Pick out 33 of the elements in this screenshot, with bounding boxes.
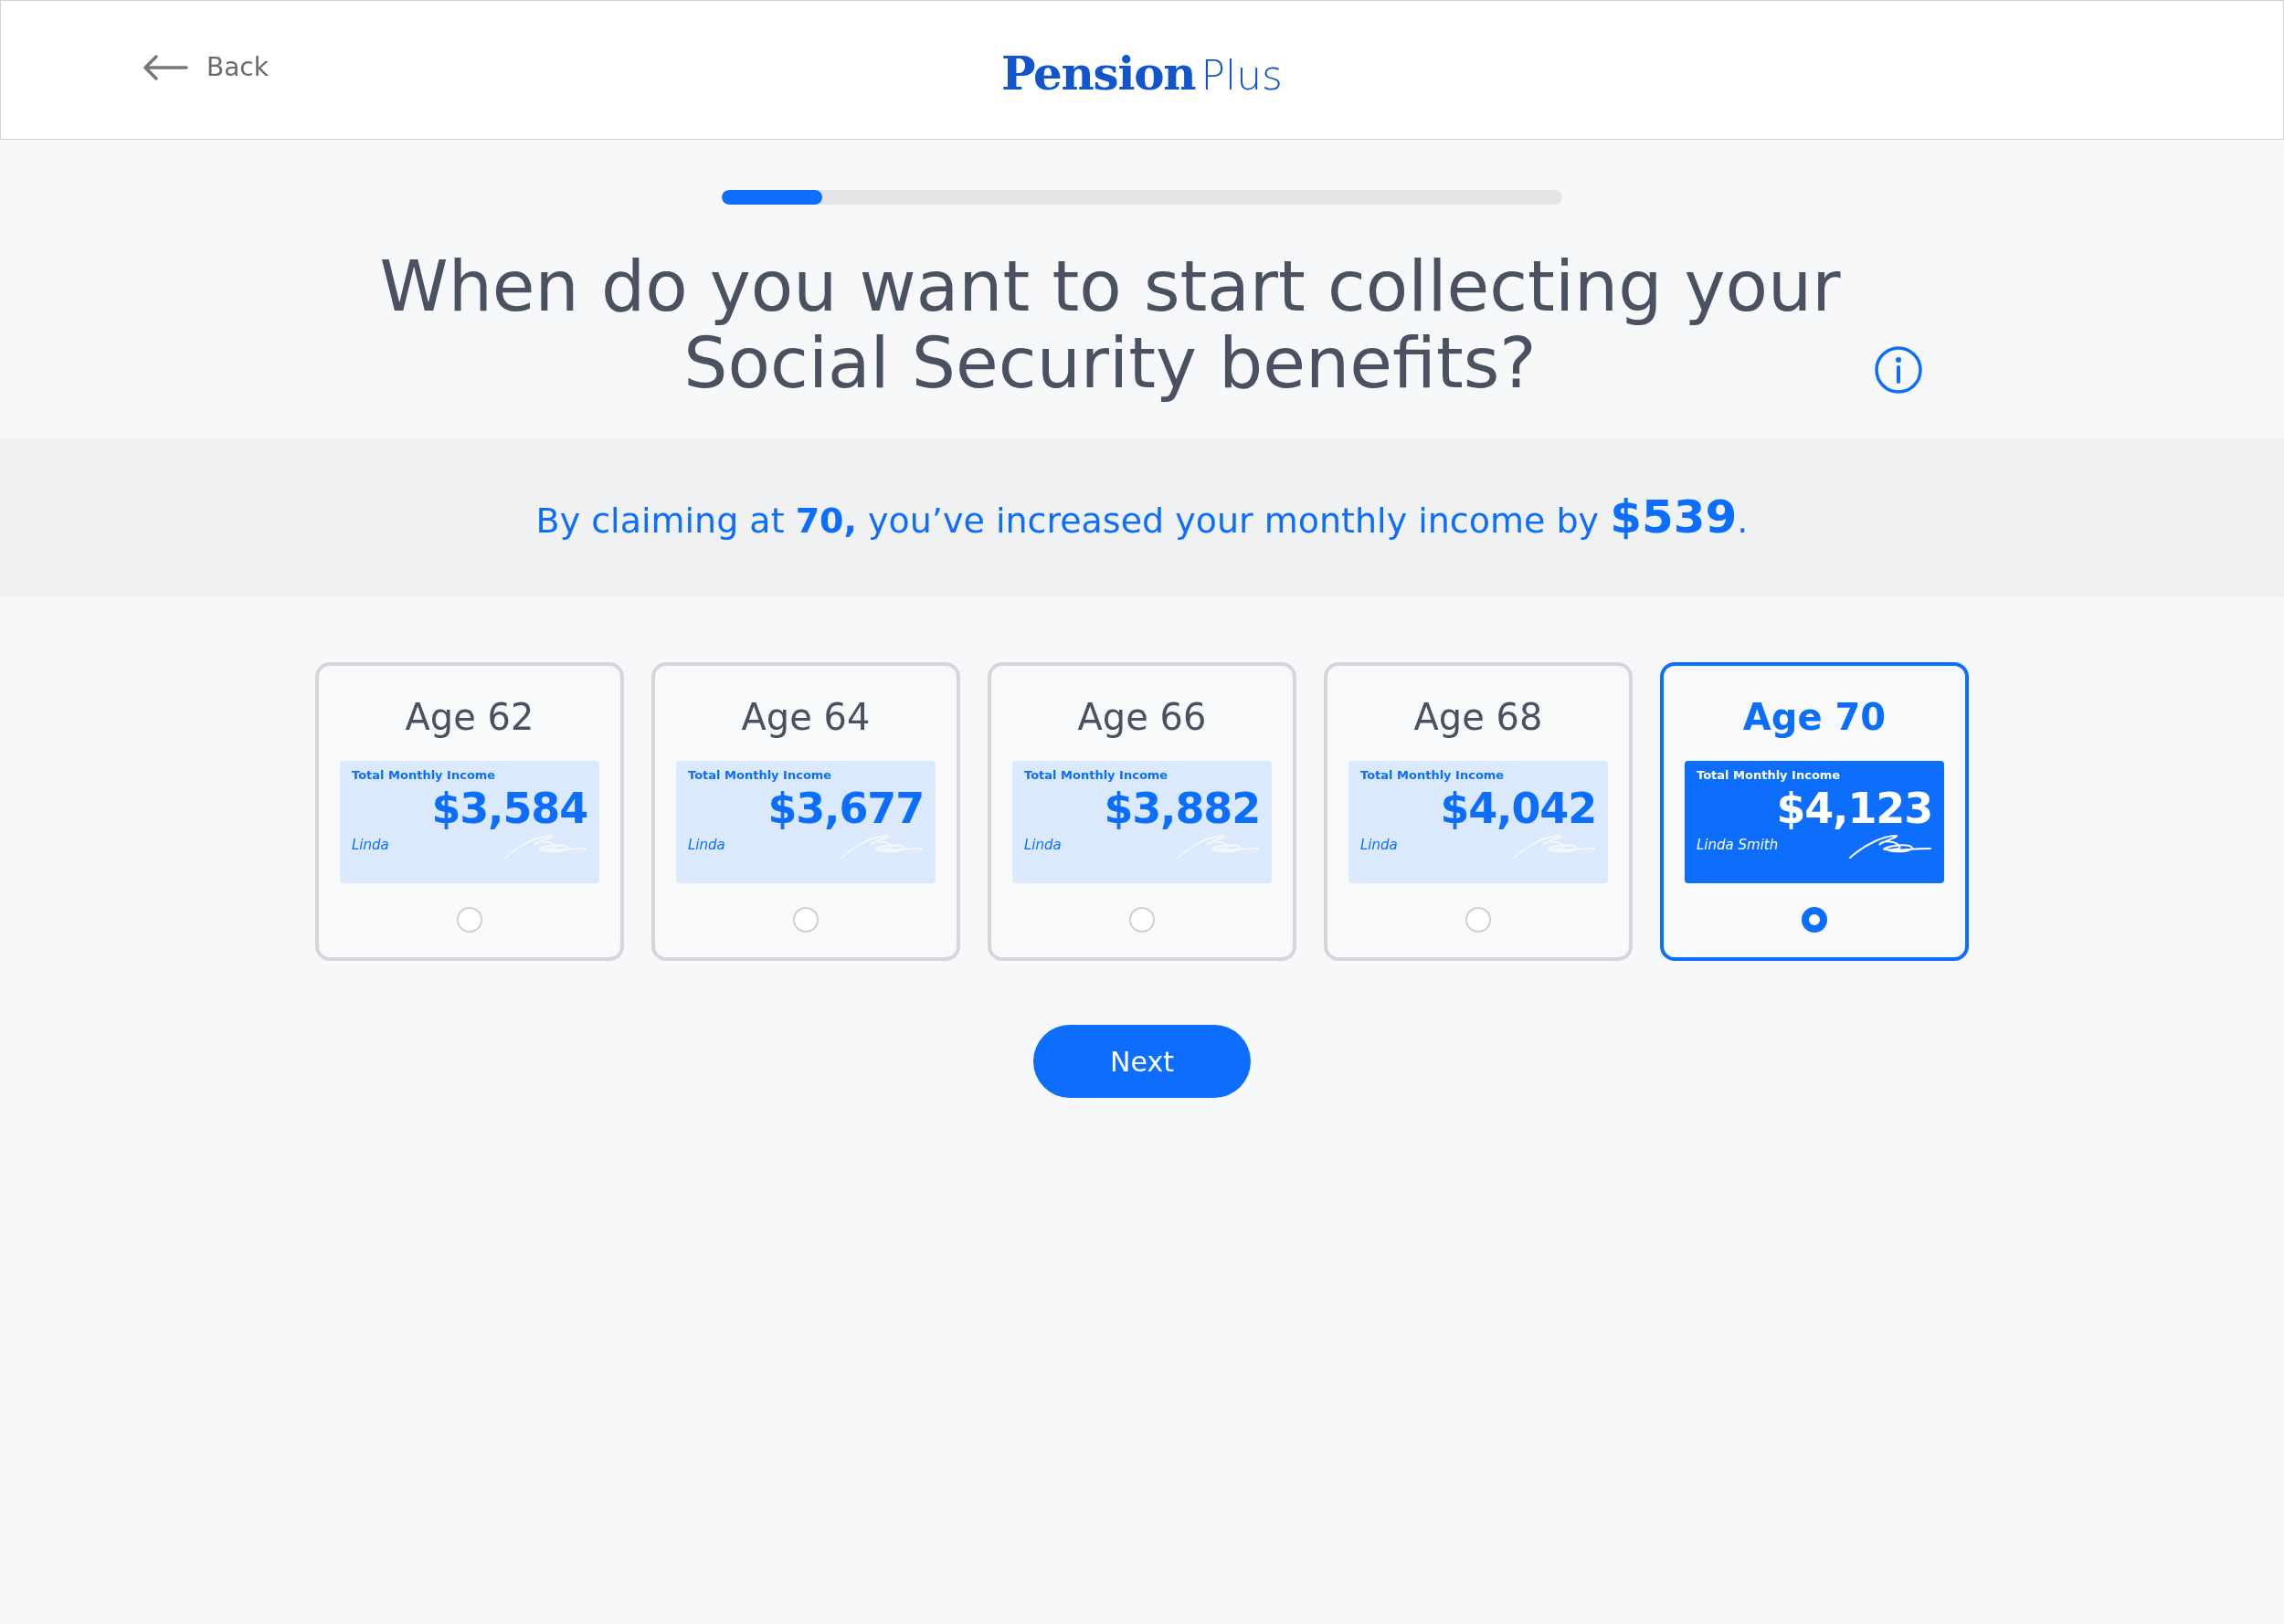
income-caption: Total Monthly Income: [1697, 767, 1841, 784]
age-label: Age 70: [1742, 695, 1887, 740]
age-label: Age 62: [405, 695, 534, 740]
holder-name: Linda: [352, 836, 389, 855]
holder-name: Linda Smith: [1697, 836, 1779, 855]
age-option-card[interactable]: Age 64 Total Monthly Income $3,677 Linda: [651, 662, 960, 961]
income-amount: $4,123: [1776, 784, 1932, 832]
income-caption: Total Monthly Income: [352, 767, 496, 784]
income-amount: $3,584: [431, 784, 587, 832]
age-label: Age 64: [741, 695, 871, 740]
back-arrow-icon: [143, 54, 188, 81]
next-button[interactable]: Next: [1033, 1025, 1251, 1098]
income-amount: $3,882: [1104, 784, 1260, 832]
logo: Pension Plus: [1000, 46, 1284, 102]
holder-name: Linda: [1024, 836, 1062, 855]
banner-text: By claiming at 70, you’ve increased your monthly income by $539.: [535, 490, 1749, 545]
income-caption: Total Monthly Income: [688, 767, 832, 784]
age-option-card[interactable]: Age 62 Total Monthly Income $3,584 Linda: [315, 662, 624, 961]
age-label: Age 68: [1413, 695, 1543, 740]
holder-name: Linda: [1360, 836, 1398, 855]
radio-button[interactable]: [1802, 907, 1827, 933]
age-option-card[interactable]: Age 68 Total Monthly Income $4,042 Linda: [1324, 662, 1633, 961]
income-caption: Total Monthly Income: [1360, 767, 1505, 784]
age-option-card[interactable]: Age 70 Total Monthly Income $4,123 Linda Smith: [1660, 662, 1969, 961]
age-option-card[interactable]: Age 66 Total Monthly Income $3,882 Linda: [988, 662, 1296, 961]
income-amount: $4,042: [1440, 784, 1596, 832]
question-heading: When do you want to start collecting your Social Security benefits?: [378, 248, 1842, 402]
back-button[interactable]: Back: [143, 48, 269, 87]
income-amount: $3,677: [767, 784, 924, 832]
holder-name: Linda: [688, 836, 725, 855]
income-caption: Total Monthly Income: [1024, 767, 1168, 784]
info-icon[interactable]: [1874, 345, 1923, 395]
age-label: Age 66: [1077, 695, 1207, 740]
